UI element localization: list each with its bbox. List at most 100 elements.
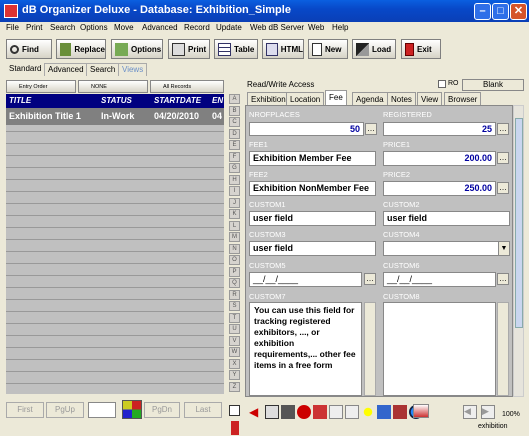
menu-search[interactable]: Search xyxy=(50,23,75,32)
custom7-memo-field[interactable]: You can use this field for tracking regi… xyxy=(249,302,362,396)
pgdn-button[interactable]: PgDn xyxy=(144,402,180,418)
menu-update[interactable]: Update xyxy=(216,23,242,32)
alphabet-letter-e[interactable]: E xyxy=(229,140,240,150)
menu-web-db-server[interactable]: Web dB Server xyxy=(250,23,304,32)
custom6-date-field[interactable]: __/__/____ xyxy=(383,272,496,287)
alphabet-letter-l[interactable]: L xyxy=(229,220,240,231)
all-records-button[interactable]: All Records xyxy=(150,80,224,93)
column-header-title[interactable]: TITLE xyxy=(9,96,31,105)
trash-icon[interactable] xyxy=(281,405,295,419)
printer-icon[interactable] xyxy=(265,405,279,419)
alphabet-letter-d[interactable]: D xyxy=(229,128,240,139)
alphabet-letter-u[interactable]: U xyxy=(229,324,240,334)
custom8-scrollbar[interactable] xyxy=(497,302,509,396)
blank-button[interactable]: Blank xyxy=(462,79,524,91)
html-button[interactable]: HTML xyxy=(262,39,304,59)
alphabet-letter-s[interactable]: S xyxy=(229,301,240,311)
fee2-field[interactable]: Exhibition NonMember Fee xyxy=(249,181,376,196)
alphabet-letter-f[interactable]: F xyxy=(229,151,240,162)
custom4-dropdown[interactable] xyxy=(383,241,510,256)
last-button[interactable]: Last xyxy=(184,402,222,418)
entry-order-button[interactable]: Entry Order xyxy=(6,80,76,93)
minimize-button[interactable]: – xyxy=(474,3,491,20)
chevron-down-icon[interactable]: ▼ xyxy=(498,242,509,255)
table-button[interactable]: Table xyxy=(214,39,258,59)
menu-print[interactable]: Print xyxy=(26,23,42,32)
tab-advanced[interactable]: Advanced xyxy=(44,63,88,76)
stop-icon[interactable] xyxy=(297,405,311,419)
alphabet-letter-t[interactable]: T xyxy=(229,312,240,323)
alphabet-letter-o[interactable]: O xyxy=(229,255,240,265)
custom8-memo-field[interactable] xyxy=(383,302,496,396)
tab-views[interactable]: Views xyxy=(118,63,148,76)
new-button[interactable]: New xyxy=(308,39,348,59)
read-only-checkbox[interactable] xyxy=(438,80,446,88)
custom5-date-field[interactable]: __/__/____ xyxy=(249,272,362,287)
alphabet-letter-v[interactable]: V xyxy=(229,335,240,346)
maximize-button[interactable]: □ xyxy=(492,3,509,20)
prev-record-icon[interactable]: ◀ xyxy=(463,405,477,419)
menu-advanced[interactable]: Advanced xyxy=(142,23,178,32)
alphabet-letter-c[interactable]: C xyxy=(229,117,240,127)
alphabet-letter-h[interactable]: H xyxy=(229,174,240,185)
sort-none-button[interactable]: NONE xyxy=(78,80,148,93)
first-button[interactable]: First xyxy=(6,402,44,418)
scrollbar-thumb[interactable] xyxy=(515,118,523,328)
replace-button[interactable]: Replace xyxy=(56,39,106,59)
arrow-left-icon[interactable]: ◀ xyxy=(249,405,263,419)
find-button[interactable]: Find xyxy=(6,39,52,59)
panel-scrollbar[interactable] xyxy=(513,105,524,397)
tab-fee[interactable]: Fee xyxy=(325,90,347,105)
attach-icon[interactable] xyxy=(377,405,391,419)
close-button[interactable]: ✕ xyxy=(510,3,527,20)
custom2-field[interactable]: user field xyxy=(383,211,510,226)
custom6-date-picker-button[interactable]: … xyxy=(497,273,509,285)
column-header-status[interactable]: STATUS xyxy=(101,96,132,105)
title-bar[interactable]: dB Organizer Deluxe - Database: Exhibiti… xyxy=(0,0,529,22)
menu-options[interactable]: Options xyxy=(80,23,108,32)
column-header-startdate[interactable]: STARTDATE xyxy=(154,96,201,105)
menu-help[interactable]: Help xyxy=(332,23,348,32)
custom3-field[interactable]: user field xyxy=(249,241,376,256)
custom7-scrollbar[interactable] xyxy=(364,302,376,396)
record-number-input[interactable] xyxy=(88,402,116,418)
alphabet-letter-b[interactable]: B xyxy=(229,105,240,116)
nrofplaces-field[interactable]: 50 xyxy=(249,122,364,136)
next-record-icon[interactable]: ▶ xyxy=(481,405,495,419)
lightbulb-icon[interactable] xyxy=(361,405,375,419)
tab-agenda[interactable]: Agenda xyxy=(352,92,388,105)
menu-web[interactable]: Web xyxy=(308,23,324,32)
price2-picker-button[interactable]: … xyxy=(497,182,509,194)
record-flag-icon[interactable] xyxy=(313,405,327,419)
options-button[interactable]: Options xyxy=(111,39,163,59)
registered-picker-button[interactable]: … xyxy=(497,123,509,135)
grid-view-icon[interactable] xyxy=(122,400,142,419)
price1-field[interactable]: 200.00 xyxy=(383,151,496,166)
menu-file[interactable]: File xyxy=(6,23,19,32)
alphabet-letter-p[interactable]: P xyxy=(229,266,240,277)
tab-view[interactable]: View xyxy=(417,92,443,105)
column-header-en[interactable]: EN xyxy=(212,96,223,105)
alphabet-letter-g[interactable]: G xyxy=(229,163,240,173)
alphabet-letter-q[interactable]: Q xyxy=(229,278,240,288)
custom1-field[interactable]: user field xyxy=(249,211,376,226)
alphabet-letter-w[interactable]: W xyxy=(229,347,240,357)
alphabet-letter-m[interactable]: M xyxy=(229,232,240,242)
export-icon[interactable] xyxy=(345,405,359,419)
alphabet-letter-k[interactable]: K xyxy=(229,209,240,219)
alphabet-letter-z[interactable]: Z xyxy=(229,381,240,392)
print-button[interactable]: Print xyxy=(168,39,210,59)
alphabet-letter-x[interactable]: X xyxy=(229,358,240,369)
custom5-date-picker-button[interactable]: … xyxy=(364,273,376,285)
nrofplaces-picker-button[interactable]: … xyxy=(365,123,377,135)
price2-field[interactable]: 250.00 xyxy=(383,181,496,196)
menu-record[interactable]: Record xyxy=(184,23,210,32)
select-checkbox[interactable] xyxy=(229,405,240,416)
alphabet-letter-a[interactable]: A xyxy=(229,94,240,104)
tab-exhibition[interactable]: Exhibition xyxy=(247,92,290,105)
save-icon[interactable] xyxy=(413,404,429,418)
record-grid[interactable] xyxy=(6,108,224,394)
tab-notes[interactable]: Notes xyxy=(387,92,416,105)
table-row[interactable]: Exhibition Title 1 In-Work 04/20/2010 04 xyxy=(6,108,224,125)
tab-standard[interactable]: Standard xyxy=(6,63,45,76)
